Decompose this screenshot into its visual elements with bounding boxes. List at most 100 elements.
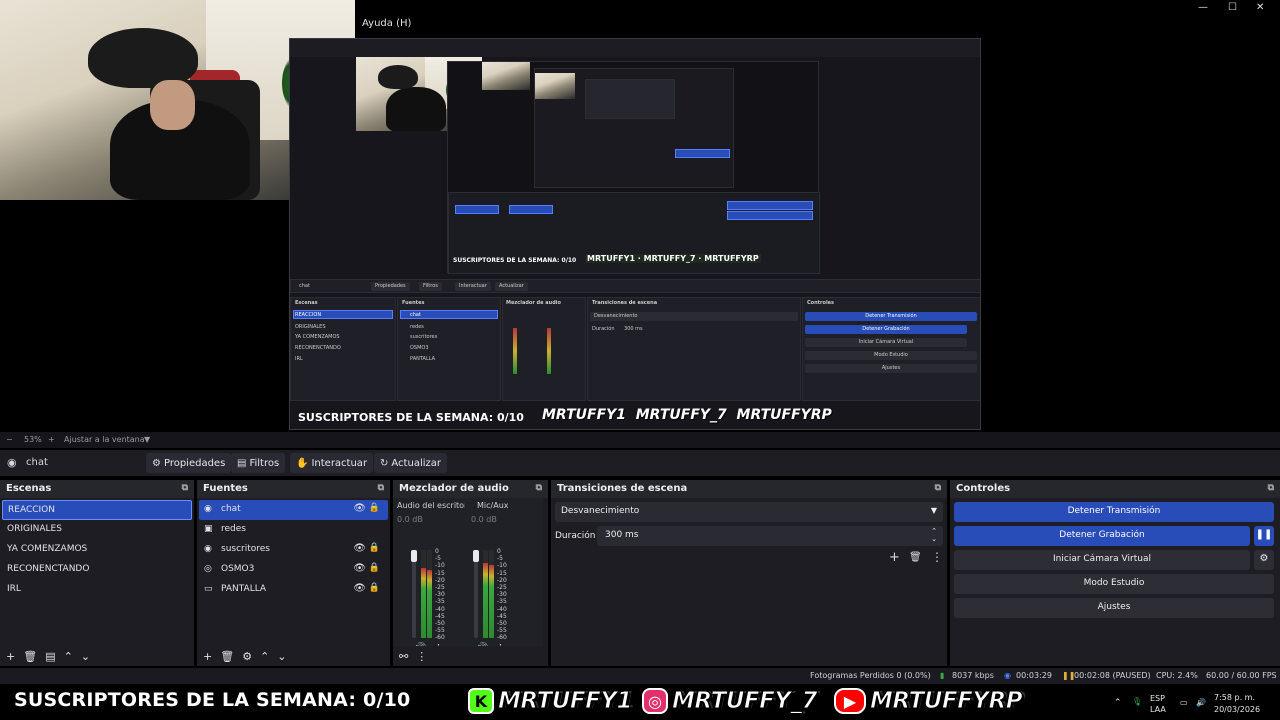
globe-icon: ◉ [204, 544, 212, 554]
scene-item[interactable]: IRL [2, 580, 192, 600]
youtube-icon: ▶ [834, 688, 866, 714]
arrow-down-icon[interactable]: ⌄ [277, 650, 286, 663]
source-item[interactable]: ◎ OSMO3 👁 🔒 [199, 560, 388, 580]
scene-item[interactable]: YA COMENZAMOS [2, 540, 192, 560]
arrow-up-icon[interactable]: ⌃ [260, 650, 269, 663]
chevron-down-icon: ▼ [930, 506, 937, 515]
spin-down-icon[interactable]: ⌄ [931, 535, 937, 543]
gear-icon[interactable]: ⚙ [242, 650, 252, 663]
undock-icon[interactable]: ⧉ [182, 483, 188, 493]
scene-item[interactable]: REACCION [2, 500, 192, 520]
add-icon[interactable]: + [6, 650, 15, 663]
source-item[interactable]: ◉ suscritores 👁 🔒 [199, 540, 388, 560]
transition-select[interactable]: Desvanecimiento ▼ [555, 502, 943, 522]
cpu-usage: CPU: 2.4% [1156, 671, 1198, 680]
source-label: redes [221, 524, 246, 534]
controls-title: Controles ⧉ [950, 480, 1280, 498]
scene-item[interactable]: ORIGINALES [2, 520, 192, 540]
eye-icon[interactable]: 👁 [353, 563, 366, 574]
chevron-down-icon[interactable]: ▼ [144, 435, 150, 444]
system-tray: ⌃ 🎙 ESP LAA ▭ 🔊 7:58 p. m. 20/03/2026 [1110, 688, 1280, 720]
meter-scale-tick: -40 [435, 605, 445, 613]
settings-button[interactable]: Ajustes [954, 598, 1274, 618]
arrow-down-icon[interactable]: ⌄ [81, 650, 90, 663]
trash-icon[interactable]: 🗑 [909, 552, 922, 563]
monitor-icon: ▭ [204, 584, 213, 594]
network-icon[interactable]: ▭ [1180, 698, 1188, 707]
globe-icon: ◉ [204, 504, 212, 514]
meter-scale-tick: -15 [435, 569, 445, 577]
source-label: PANTALLA [221, 584, 267, 594]
chevron-up-icon[interactable]: ⌃ [1114, 698, 1122, 708]
source-label: chat [221, 504, 241, 514]
add-icon[interactable]: + [889, 550, 900, 565]
lock-icon[interactable]: 🔒 [369, 543, 380, 553]
lock-icon[interactable]: 🔒 [369, 503, 380, 513]
trash-icon[interactable]: 🗑 [220, 650, 234, 663]
volume-fader[interactable] [474, 550, 478, 638]
zoom-out-button[interactable]: − [6, 435, 13, 444]
undock-icon[interactable]: ⧉ [378, 483, 384, 493]
link-icon[interactable]: ⚯ [399, 650, 408, 663]
stop-stream-button[interactable]: Detener Transmisión [954, 502, 1274, 522]
mixer-title: Mezclador de audio ⧉ [393, 480, 548, 498]
keyboard-layout[interactable]: LAA [1150, 705, 1166, 714]
preview-canvas[interactable]: Ayuda (H) — ☐ ✕ SUSCRIPTORES DE LA SEMAN… [0, 0, 1280, 432]
volume-fader[interactable] [412, 550, 416, 638]
pause-icon[interactable]: ❚❚ [1254, 526, 1274, 546]
undock-icon[interactable]: ⧉ [1268, 483, 1274, 493]
gear-icon[interactable]: ⚙ [1254, 550, 1274, 570]
filters-button[interactable]: ▤ Filtros [231, 453, 286, 473]
eye-icon[interactable]: 👁 [353, 503, 366, 514]
help-menu[interactable]: Ayuda (H) [362, 18, 411, 29]
lock-icon[interactable]: 🔒 [369, 583, 380, 593]
fit-window-dropdown[interactable]: Ajustar a la ventana [64, 435, 145, 444]
meter-scale-tick: -40 [497, 605, 507, 613]
instagram-icon: ◎ [642, 688, 668, 714]
instagram-handle: ◎ MRTUFFY_7 [642, 686, 818, 716]
add-icon[interactable]: + [203, 650, 212, 663]
maximize-icon[interactable]: ☐ [1228, 2, 1237, 13]
fader-knob[interactable] [411, 550, 417, 562]
zoom-in-button[interactable]: + [48, 435, 55, 444]
channel-name: Audio del escritorio [397, 501, 465, 510]
duration-input[interactable]: 300 ms ⌃ ⌄ [597, 526, 943, 546]
scene-item[interactable]: RECONENCTANDO [2, 560, 192, 580]
trash-icon[interactable]: 🗑 [23, 650, 37, 663]
stream-icon: ◉ [1004, 671, 1011, 680]
status-bar: Fotogramas Perdidos 0 (0.0%) ▮ 8037 kbps… [0, 668, 1280, 684]
undock-icon[interactable]: ⧉ [935, 483, 941, 493]
source-item[interactable]: ◉ chat 👁 🔒 [199, 500, 388, 520]
studio-mode-button[interactable]: Modo Estudio [954, 574, 1274, 594]
language-indicator[interactable]: ESP [1150, 694, 1165, 703]
spin-up-icon[interactable]: ⌃ [931, 527, 937, 535]
close-icon[interactable]: ✕ [1256, 2, 1264, 13]
properties-button[interactable]: ⚙ Propiedades [146, 453, 232, 473]
meter-scale-tick: -55 [435, 627, 445, 635]
undock-icon[interactable]: ⧉ [536, 483, 542, 493]
kebab-menu-icon[interactable]: ⋮ [416, 650, 427, 663]
kebab-menu-icon[interactable]: ⋮ [931, 550, 943, 564]
arrow-up-icon[interactable]: ⌃ [64, 650, 73, 663]
source-item[interactable]: ▣ redes [199, 520, 388, 540]
level-meter [483, 550, 488, 638]
level-meter [489, 550, 494, 638]
volume-icon[interactable]: 🔊 [1196, 698, 1206, 707]
fader-knob[interactable] [473, 550, 479, 562]
interact-button[interactable]: ✋ Interactuar [290, 453, 374, 473]
eye-icon[interactable]: 👁 [353, 543, 366, 554]
minimize-icon[interactable]: — [1198, 2, 1208, 13]
refresh-button[interactable]: ↻ Actualizar [374, 453, 447, 473]
level-meter [427, 550, 432, 638]
stop-recording-button[interactable]: Detener Grabación [954, 526, 1250, 546]
nested-obs-window: SUSCRIPTORES DE LA SEMANA: 0/10 MRTUFFY1… [289, 38, 981, 430]
lock-icon[interactable]: 🔒 [369, 563, 380, 573]
scenes-title: Escenas ⧉ [0, 480, 194, 498]
eye-icon[interactable]: 👁 [353, 583, 366, 594]
virtual-camera-button[interactable]: Iniciar Cámara Virtual [954, 550, 1250, 570]
clock-time: 7:58 p. m. [1214, 693, 1256, 702]
meter-scale-tick: 0 [497, 548, 501, 555]
mic-icon[interactable]: 🎙 [1132, 697, 1142, 706]
source-item[interactable]: ▭ PANTALLA 👁 🔒 [199, 580, 388, 600]
filter-icon[interactable]: ▤ [45, 650, 55, 663]
